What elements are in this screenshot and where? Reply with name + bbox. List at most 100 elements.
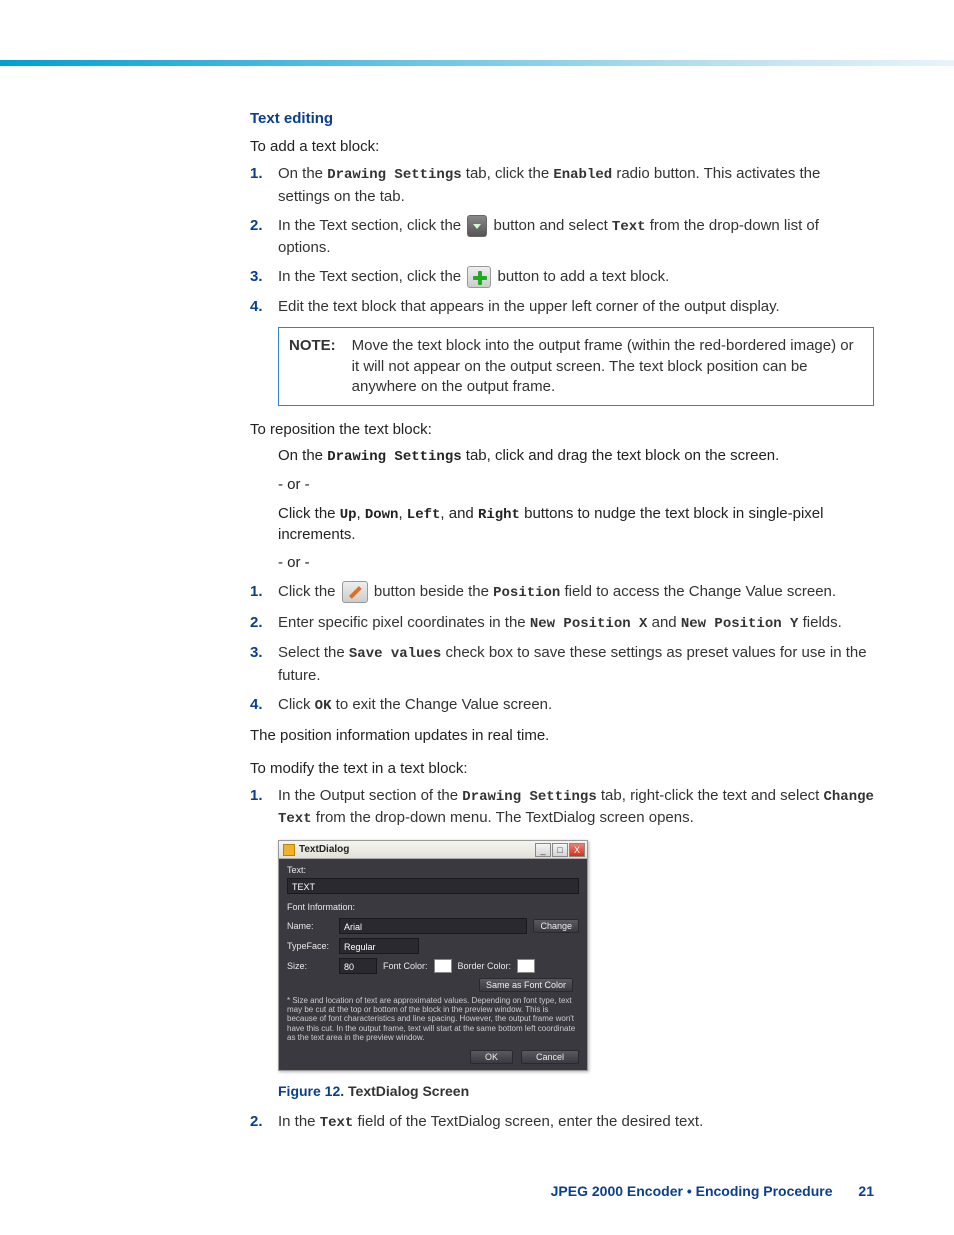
dialog-body: Text: TEXT Font Information: Name: Arial… (279, 859, 587, 1070)
text: , (398, 505, 406, 522)
text: , and (440, 505, 478, 522)
footer-text: JPEG 2000 Encoder • Encoding Procedure (551, 1183, 833, 1199)
text: On the (278, 165, 327, 182)
save-values-label: Save values (349, 646, 441, 662)
enabled-label: Enabled (553, 167, 612, 183)
textdialog-screenshot: TextDialog _ □ X Text: TEXT Font Informa… (278, 840, 588, 1071)
typeface-label: TypeFace: (287, 941, 333, 951)
right-label: Right (478, 507, 520, 523)
drawing-settings-label: Drawing Settings (462, 789, 596, 805)
text: fields. (798, 614, 841, 631)
ok-button[interactable]: OK (470, 1050, 513, 1064)
text: from the drop-down menu. The TextDialog … (312, 809, 694, 826)
text: button beside the (370, 583, 493, 600)
font-info-label: Font Information: (287, 902, 579, 912)
text: field of the TextDialog screen, enter th… (353, 1113, 703, 1130)
repos-or2: - or - (278, 553, 874, 573)
left-label: Left (407, 507, 441, 523)
steps-modify-list: 1. In the Output section of the Drawing … (250, 785, 874, 830)
bordercolor-swatch[interactable] (517, 959, 535, 973)
step-repos-1: 1. Click the button beside the Position … (250, 581, 874, 604)
text: to exit the Change Value screen. (331, 696, 552, 713)
position-label: Position (493, 585, 560, 601)
text: In the Output section of the (278, 787, 462, 804)
text: , (357, 505, 365, 522)
note-text: Move the text block into the output fram… (352, 336, 863, 397)
note-label: NOTE: (289, 336, 336, 397)
text: tab, click and drag the text block on th… (462, 447, 780, 464)
intro-modify: To modify the text in a text block: (250, 759, 874, 779)
text: Edit the text block that appears in the … (278, 298, 780, 315)
page-number: 21 (858, 1183, 874, 1199)
cancel-button[interactable]: Cancel (521, 1050, 579, 1064)
step-repos-3: 3. Select the Save values check box to s… (250, 642, 874, 686)
figure-title: TextDialog Screen (344, 1083, 469, 1099)
repos-outro: The position information updates in real… (250, 726, 874, 746)
size-input[interactable]: 80 (339, 958, 377, 974)
text: and (647, 614, 680, 631)
text-field-label: Text: (287, 865, 579, 875)
text: Select the (278, 644, 349, 661)
note-box: NOTE: Move the text block into the outpu… (278, 327, 874, 406)
text: Enter specific pixel coordinates in the (278, 614, 530, 631)
fontcolor-swatch[interactable] (434, 959, 452, 973)
text: In the Text section, click the (278, 268, 465, 285)
dropdown-icon (467, 215, 487, 237)
up-label: Up (340, 507, 357, 523)
dialog-title: TextDialog (299, 844, 535, 855)
drawing-settings-label: Drawing Settings (327, 449, 461, 465)
text: Click the (278, 505, 340, 522)
steps-add-list: 1. On the Drawing Settings tab, click th… (250, 163, 874, 317)
name-input[interactable]: Arial (339, 918, 527, 934)
figure-caption: Figure 12. TextDialog Screen (278, 1083, 874, 1099)
dialog-titlebar: TextDialog _ □ X (279, 841, 587, 859)
same-as-font-color-button[interactable]: Same as Font Color (479, 978, 573, 992)
new-position-y-label: New Position Y (681, 616, 799, 632)
step-add-3: 3. In the Text section, click the button… (250, 266, 874, 288)
page-content: Text editing To add a text block: 1. On … (0, 0, 954, 1134)
file-icon (283, 844, 295, 856)
intro-reposition: To reposition the text block: (250, 420, 874, 440)
text-field-label: Text (320, 1115, 354, 1131)
text: In the Text section, click the (278, 217, 465, 234)
step-add-2: 2. In the Text section, click the button… (250, 215, 874, 259)
size-label: Size: (287, 961, 333, 971)
steps-modify-list-2: 2. In the Text field of the TextDialog s… (250, 1111, 874, 1134)
drawing-settings-label: Drawing Settings (327, 167, 461, 183)
step-add-1: 1. On the Drawing Settings tab, click th… (250, 163, 874, 207)
intro-add: To add a text block: (250, 137, 874, 157)
text-option-label: Text (612, 219, 646, 235)
text: On the (278, 447, 327, 464)
bordercolor-label: Border Color: (458, 961, 512, 971)
step-repos-2: 2. Enter specific pixel coordinates in t… (250, 612, 874, 635)
figure-number: Figure 12. (278, 1083, 344, 1099)
text: Click (278, 696, 315, 713)
page-footer: JPEG 2000 Encoder • Encoding Procedure 2… (551, 1183, 874, 1199)
dialog-note: * Size and location of text are approxim… (287, 996, 579, 1042)
repos-or1: - or - (278, 475, 874, 495)
edit-icon (342, 581, 368, 603)
ok-label: OK (315, 698, 332, 714)
step-modify-1: 1. In the Output section of the Drawing … (250, 785, 874, 830)
steps-repos-list: 1. Click the button beside the Position … (250, 581, 874, 716)
change-button[interactable]: Change (533, 919, 579, 933)
fontcolor-label: Font Color: (383, 961, 428, 971)
close-button[interactable]: X (569, 843, 585, 857)
typeface-input[interactable]: Regular (339, 938, 419, 954)
repos-line2: Click the Up, Down, Left, and Right butt… (278, 504, 874, 545)
text-input[interactable]: TEXT (287, 878, 579, 894)
step-repos-4: 4. Click OK to exit the Change Value scr… (250, 694, 874, 717)
section-heading: Text editing (250, 110, 874, 127)
text: button to add a text block. (493, 268, 669, 285)
text: tab, click the (462, 165, 554, 182)
text: field to access the Change Value screen. (560, 583, 836, 600)
text: Click the (278, 583, 340, 600)
text: tab, right-click the text and select (597, 787, 824, 804)
repos-line1: On the Drawing Settings tab, click and d… (278, 446, 874, 467)
minimize-button[interactable]: _ (535, 843, 551, 857)
maximize-button[interactable]: □ (552, 843, 568, 857)
new-position-x-label: New Position X (530, 616, 648, 632)
step-add-4: 4. Edit the text block that appears in t… (250, 296, 874, 317)
text: button and select (489, 217, 612, 234)
name-label: Name: (287, 921, 333, 931)
